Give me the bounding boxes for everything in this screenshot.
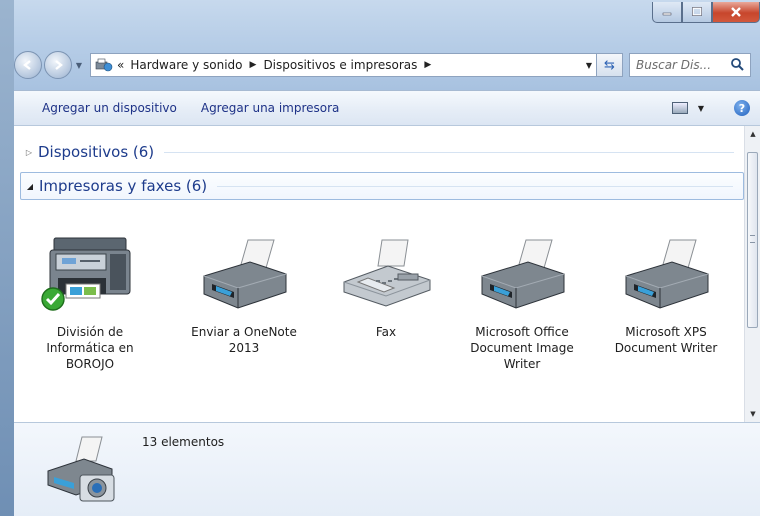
help-icon[interactable]: ? [734,100,750,116]
devices-printers-icon [95,58,113,72]
address-bar[interactable]: « Hardware y sonido ▶ Dispositivos e imp… [90,53,597,77]
address-dropdown[interactable]: ▼ [586,54,592,76]
navigation-bar: ▼ « Hardware y sonido ▶ Dispositivos e i… [14,50,760,80]
collapse-arrow-icon[interactable]: ◢ [21,182,39,191]
breadcrumb-separator-icon[interactable]: ▶ [424,60,431,70]
search-box[interactable] [629,53,751,77]
search-icon[interactable] [730,57,746,73]
breadcrumb-hardware[interactable]: Hardware y sonido [130,58,242,72]
minimize-icon [662,12,672,16]
printer-label: Fax [375,325,397,339]
close-icon [731,7,741,17]
printer-item-onenote[interactable]: Enviar a OneNote 2013 [190,222,298,356]
content-pane: ▷ Dispositivos (6) ◢ Impresoras y faxes … [14,126,744,422]
printer-item-office-writer[interactable]: Microsoft Office Document Image Writer [468,222,576,372]
breadcrumb-separator-icon[interactable]: ▶ [250,60,257,70]
printer-item-xps-writer[interactable]: Microsoft XPS Document Writer [612,222,720,356]
add-printer-button[interactable]: Agregar una impresora [189,101,352,115]
chevron-down-icon: ▼ [697,103,704,113]
scroll-up-icon[interactable]: ▲ [745,126,760,142]
group-printers[interactable]: ◢ Impresoras y faxes (6) [20,172,744,200]
scroll-thumb[interactable] [747,152,758,328]
group-devices[interactable]: ▷ Dispositivos (6) [20,138,744,166]
maximize-icon [692,7,702,16]
breadcrumb-overflow[interactable]: « [117,58,124,72]
breadcrumb: « Hardware y sonido ▶ Dispositivos e imp… [117,58,438,72]
caption-buttons [652,2,760,23]
multifunction-printer-icon [40,222,140,322]
search-input[interactable] [630,57,730,73]
expand-arrow-icon[interactable]: ▷ [20,148,38,157]
explorer-window: ▼ « Hardware y sonido ▶ Dispositivos e i… [0,0,760,516]
printer-item-fax[interactable]: Fax [332,222,440,340]
printer-label: Enviar a OneNote 2013 [191,325,297,355]
window-left-border [0,0,14,516]
default-printer-check-icon [41,287,65,311]
details-pane: 13 elementos [14,422,760,516]
minimize-button[interactable] [652,2,682,23]
recent-pages-dropdown[interactable]: ▼ [74,52,84,78]
printer-label: División de Informática en BOROJO [46,325,134,371]
printer-label: Microsoft XPS Document Writer [614,325,718,355]
scroll-grip [750,235,755,243]
scroll-down-icon[interactable]: ▼ [745,406,760,422]
printer-item-borojo[interactable]: División de Informática en BOROJO [36,222,144,372]
vertical-scrollbar[interactable]: ▲ ▼ [744,126,760,422]
printer-icon [616,222,716,322]
forward-button[interactable] [44,51,72,79]
refresh-button[interactable]: ⇆ [597,53,623,77]
back-arrow-icon [23,60,31,70]
group-printers-title: Impresoras y faxes (6) [39,177,208,195]
back-button[interactable] [14,51,42,79]
printer-camera-icon [47,436,115,502]
add-device-button[interactable]: Agregar un dispositivo [14,101,189,115]
change-view-button[interactable]: ▼ [671,102,704,114]
command-bar: Agregar un dispositivo Agregar una impre… [14,90,760,126]
printer-icon [472,222,572,322]
forward-arrow-icon [55,60,63,70]
printer-label: Microsoft Office Document Image Writer [470,325,574,371]
command-bar-right: ▼ ? [671,100,760,116]
fax-icon [336,222,436,322]
printer-icon [194,222,294,322]
printers-list: División de Informática en BOROJO Enviar… [14,222,744,402]
item-count: 13 elementos [142,435,225,449]
group-devices-title: Dispositivos (6) [38,143,155,161]
maximize-button[interactable] [682,2,712,23]
breadcrumb-devices-printers[interactable]: Dispositivos e impresoras [263,58,417,72]
close-button[interactable] [712,2,760,23]
refresh-icon: ⇆ [604,57,615,73]
view-icon [671,102,688,114]
group-divider [217,185,733,187]
group-divider [164,151,734,153]
